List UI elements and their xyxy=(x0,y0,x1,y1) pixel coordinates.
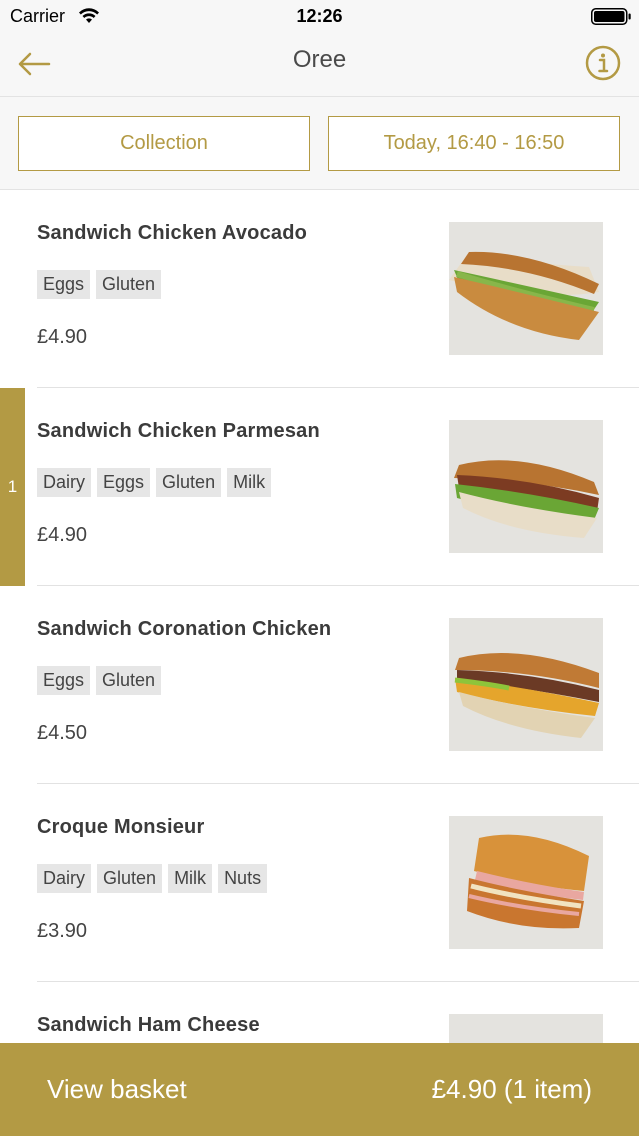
menu-item[interactable]: Croque Monsieur Dairy Gluten Milk Nuts £… xyxy=(0,784,639,982)
allergen-tag: Dairy xyxy=(37,468,92,497)
battery-icon xyxy=(591,8,631,25)
status-time: 12:26 xyxy=(296,6,343,26)
allergen-tag: Nuts xyxy=(218,864,268,893)
allergen-tag: Gluten xyxy=(156,468,222,497)
item-name: Sandwich Chicken Avocado xyxy=(37,222,308,244)
menu-list[interactable]: Sandwich Chicken Avocado Eggs Gluten £4.… xyxy=(0,190,639,1136)
allergen-tag: Milk xyxy=(168,864,213,893)
nav-bar: Oree xyxy=(0,34,639,97)
allergen-tag: Gluten xyxy=(96,666,162,695)
item-name: Sandwich Ham Cheese xyxy=(37,1014,260,1036)
item-name: Sandwich Coronation Chicken xyxy=(37,618,332,640)
menu-item[interactable]: 1 Sandwich Chicken Parmesan Dairy Eggs G… xyxy=(0,388,639,586)
allergen-tag: Eggs xyxy=(97,468,151,497)
allergen-tag: Gluten xyxy=(97,864,163,893)
status-bar: Carrier 12:26 xyxy=(0,0,639,34)
allergen-tags: Dairy Eggs Gluten Milk xyxy=(37,468,277,497)
view-basket-button[interactable]: View basket £4.90 (1 item) xyxy=(0,1043,639,1136)
allergen-tags: Eggs Gluten xyxy=(37,270,167,299)
item-price: £4.90 xyxy=(37,524,88,546)
allergen-tag: Gluten xyxy=(96,270,162,299)
item-name: Croque Monsieur xyxy=(37,816,205,838)
collection-button[interactable]: Collection xyxy=(18,116,310,171)
timeslot-button[interactable]: Today, 16:40 - 16:50 xyxy=(328,116,620,171)
basket-label: View basket xyxy=(47,1074,187,1104)
basket-total: £4.90 (1 item) xyxy=(431,1074,592,1104)
info-icon xyxy=(585,45,621,81)
options-bar: Collection Today, 16:40 - 16:50 xyxy=(0,97,639,190)
menu-item[interactable]: Sandwich Chicken Avocado Eggs Gluten £4.… xyxy=(0,190,639,388)
allergen-tag: Dairy xyxy=(37,864,92,893)
quantity-indicator: 1 xyxy=(0,388,25,586)
allergen-tags: Dairy Gluten Milk Nuts xyxy=(37,864,273,893)
menu-item[interactable]: Sandwich Coronation Chicken Eggs Gluten … xyxy=(0,586,639,784)
allergen-tags: Eggs Gluten xyxy=(37,666,167,695)
item-price: £4.50 xyxy=(37,722,88,744)
item-image xyxy=(449,420,603,553)
item-image xyxy=(449,618,603,751)
page-title: Oree xyxy=(292,46,347,73)
info-button[interactable] xyxy=(580,40,626,86)
allergen-tag: Eggs xyxy=(37,270,91,299)
item-price: £4.90 xyxy=(37,326,88,348)
item-image xyxy=(449,816,603,949)
allergen-tag: Milk xyxy=(227,468,272,497)
item-price: £3.90 xyxy=(37,920,88,942)
allergen-tag: Eggs xyxy=(37,666,91,695)
item-name: Sandwich Chicken Parmesan xyxy=(37,420,320,442)
item-image xyxy=(449,222,603,355)
